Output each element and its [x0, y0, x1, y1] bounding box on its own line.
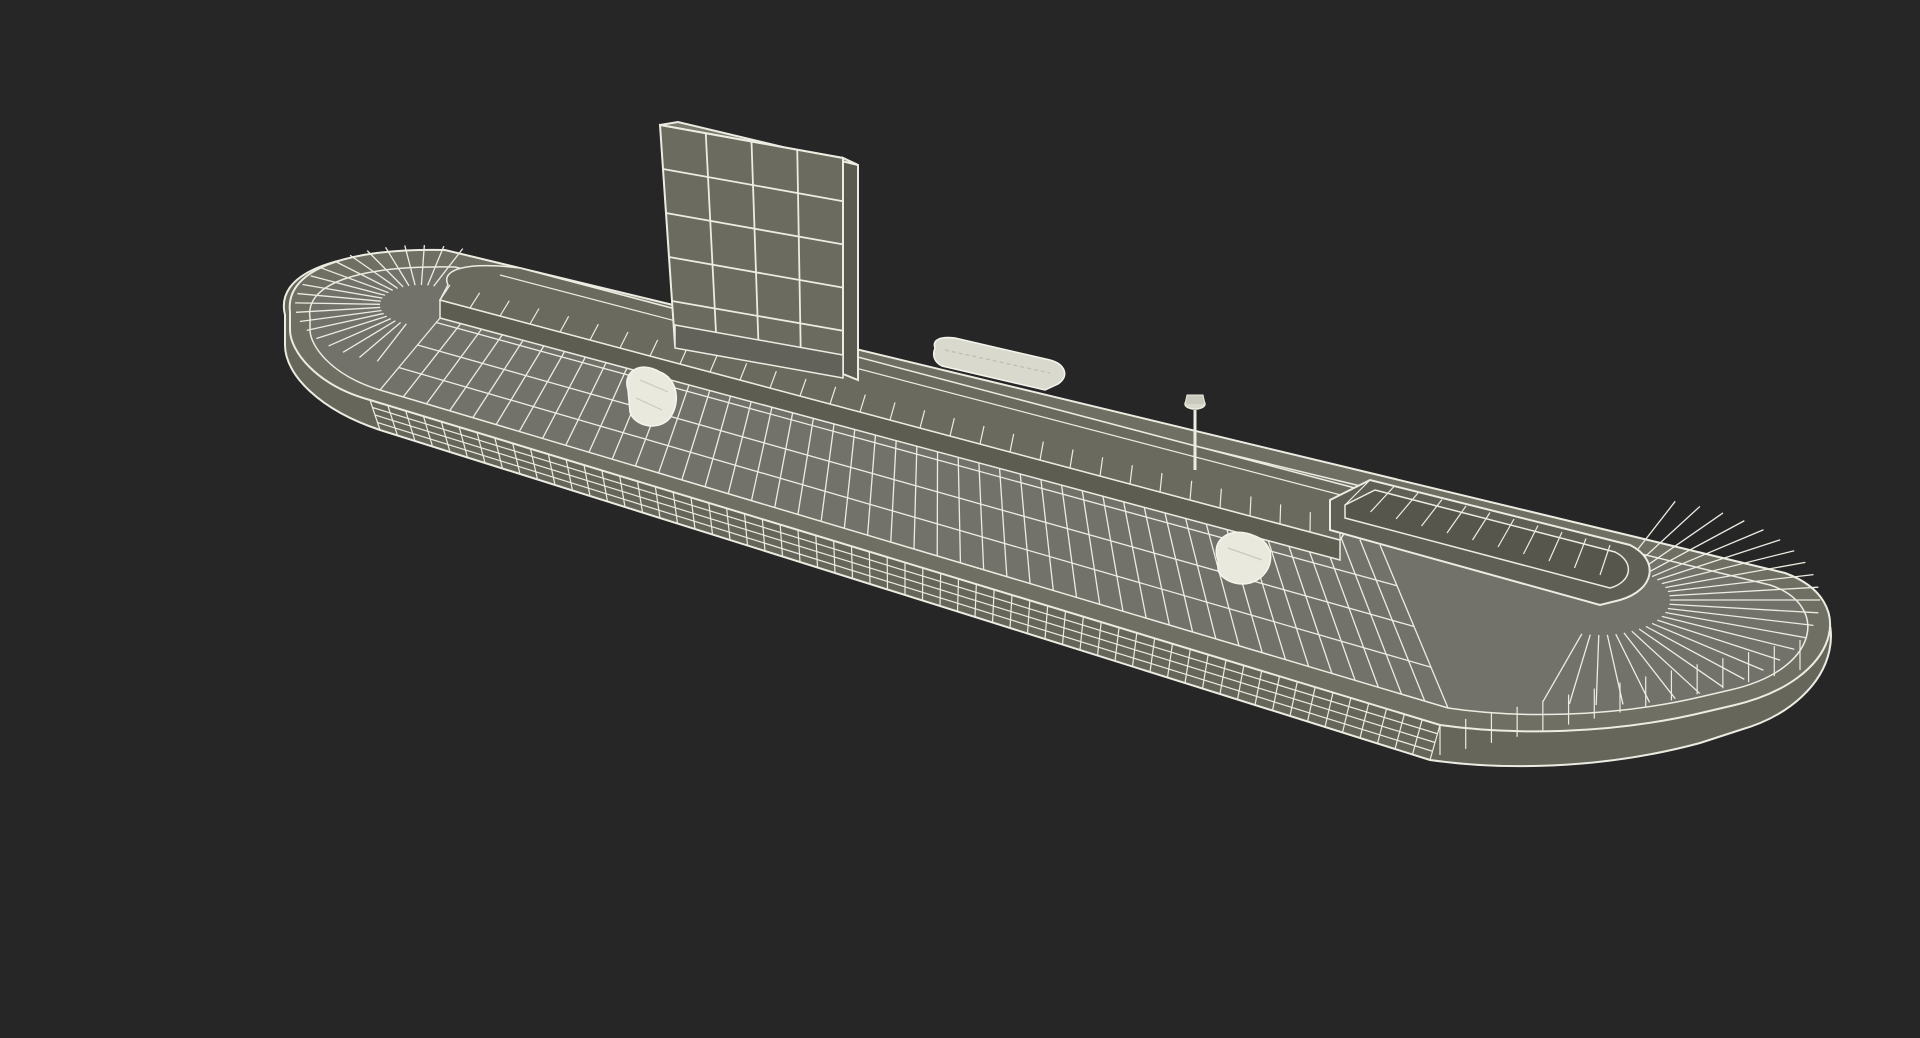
- carousel-wireframe-render: [282, 120, 1832, 768]
- render-viewport: [0, 0, 1920, 1038]
- display-board: [658, 120, 859, 382]
- island-slat: [1279, 504, 1282, 525]
- display-board-side: [842, 156, 859, 382]
- luggage-bag-right: [1215, 531, 1272, 585]
